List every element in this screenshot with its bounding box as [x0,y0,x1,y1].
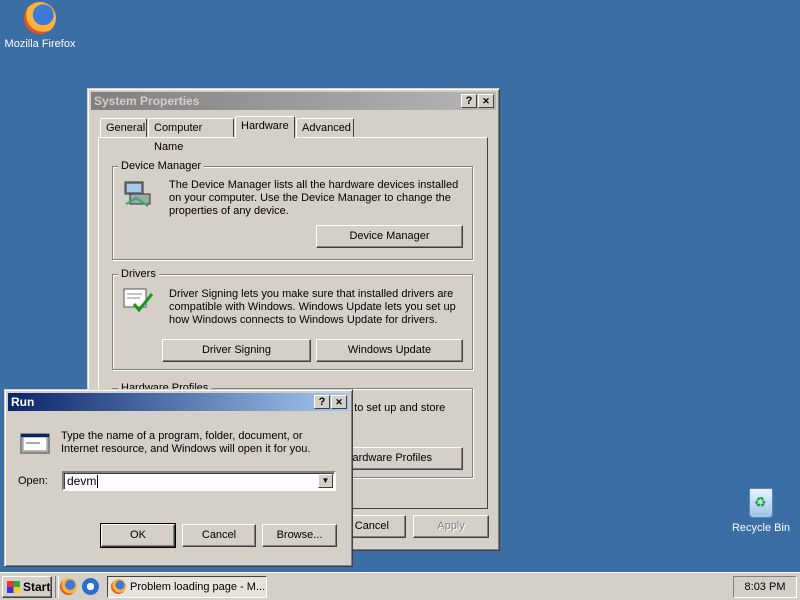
system-properties-titlebar[interactable]: System Properties ? ✕ [91,92,496,110]
open-input-value: devm [67,474,97,488]
drivers-description: Driver Signing lets you make sure that i… [169,288,456,326]
apply-button[interactable]: Apply [413,515,489,538]
close-button[interactable]: ✕ [478,94,494,108]
run-description: Type the name of a program, folder, docu… [61,430,311,455]
help-button[interactable]: ? [461,94,477,108]
group-label: Drivers [118,268,159,280]
start-button[interactable]: Start [2,576,52,598]
open-input[interactable]: devm ▼ [62,471,336,491]
browse-button[interactable]: Browse... [262,524,337,547]
device-manager-button[interactable]: Device Manager [316,225,463,248]
tab-general[interactable]: General [100,118,147,137]
hardware-profiles-description: u to set up and store [345,402,446,414]
firefox-icon [24,2,56,34]
run-icon [20,433,50,454]
desktop-icon-firefox[interactable]: Mozilla Firefox [0,2,85,50]
window-title: System Properties [94,94,200,108]
clock: 8:03 PM [744,581,786,593]
task-label: Problem loading page - M... [130,581,266,593]
driver-signing-button[interactable]: Driver Signing [162,339,311,362]
taskbar-divider [55,576,59,598]
text-caret [97,475,99,489]
browser-quicklaunch-icon[interactable] [82,578,99,595]
firefox-icon [111,579,126,594]
device-manager-description: The Device Manager lists all the hardwar… [169,179,459,217]
device-manager-icon [124,181,151,207]
run-titlebar[interactable]: Run ? ✕ [8,393,349,411]
chevron-down-icon[interactable]: ▼ [318,474,333,488]
desktop-icon-recycle-bin[interactable]: Recycle Bin [716,488,800,534]
help-button[interactable]: ? [314,395,330,409]
desktop-icon-label: Recycle Bin [731,522,791,534]
taskbar-task-firefox[interactable]: Problem loading page - M... [107,576,267,598]
desktop-icon-label: Mozilla Firefox [4,38,76,50]
tab-computer-name[interactable]: Computer Name [148,118,234,153]
system-tray-clock[interactable]: 8:03 PM [733,576,797,598]
windows-update-button[interactable]: Windows Update [316,339,463,362]
close-button[interactable]: ✕ [331,395,347,409]
windows-logo-icon [7,581,20,593]
cancel-button[interactable]: Cancel [182,524,256,547]
group-label: Device Manager [118,160,205,172]
start-label: Start [23,580,51,594]
taskbar: Start Problem loading page - M... 8:03 P… [0,572,800,600]
open-label: Open: [18,475,48,487]
recycle-bin-icon [749,488,773,518]
driver-signing-icon [123,288,154,313]
tab-advanced[interactable]: Advanced [296,118,354,137]
ok-button[interactable]: OK [100,523,176,548]
window-title: Run [11,395,35,409]
tab-hardware[interactable]: Hardware [235,116,295,138]
firefox-quicklaunch-icon[interactable] [60,578,77,595]
